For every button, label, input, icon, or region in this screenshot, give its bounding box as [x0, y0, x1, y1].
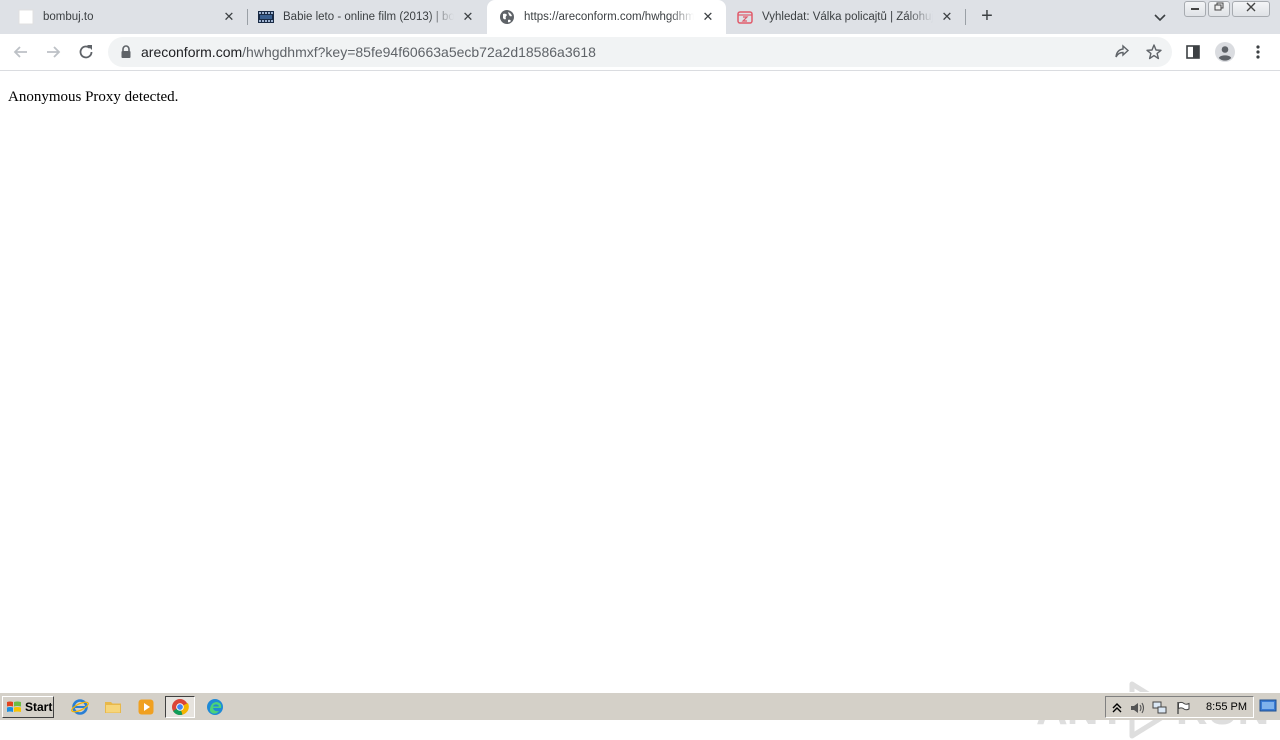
profile-avatar-icon [1215, 42, 1235, 62]
close-tab-icon[interactable]: ✕ [460, 9, 476, 25]
tab-strip: bombuj.to ✕ Babie leto - online film (20… [0, 0, 1280, 34]
close-tab-icon[interactable]: ✕ [221, 9, 237, 25]
tab-zalohuj[interactable]: Vyhledat: Válka policajtů | Zálohuj.si ✕ [727, 0, 965, 34]
action-center-flag-icon[interactable] [1176, 701, 1190, 715]
page-viewport: Anonymous Proxy detected. ANY RUN [0, 72, 1280, 739]
tab-title: Babie leto - online film (2013) | bombuj… [283, 11, 454, 23]
browser-toolbar: areconform.com/hwhgdhmxf?key=85fe94f6066… [0, 34, 1280, 71]
file-explorer-icon[interactable] [100, 696, 126, 718]
tab-title: https://areconform.com/hwhgdhmxf?key=85f… [524, 11, 694, 23]
tab-search-chevron-icon[interactable] [1150, 7, 1170, 27]
proxy-detected-message: Anonymous Proxy detected. [8, 89, 179, 105]
tab-title: Vyhledat: Válka policajtů | Zálohuj.si [762, 11, 933, 23]
media-player-icon[interactable] [133, 696, 159, 718]
tab-areconform[interactable]: https://areconform.com/hwhgdhmxf?key=85f… [487, 0, 726, 34]
start-button[interactable]: Start [2, 696, 54, 718]
url-host: areconform.com [141, 44, 243, 60]
address-bar[interactable]: areconform.com/hwhgdhmxf?key=85fe94f6066… [108, 37, 1172, 67]
film-icon [258, 9, 274, 25]
side-panel-icon [1186, 45, 1200, 59]
lock-icon[interactable] [120, 45, 132, 64]
tab-babie-leto[interactable]: Babie leto - online film (2013) | bombuj… [248, 0, 486, 34]
edge-icon[interactable] [202, 696, 228, 718]
new-tab-button[interactable]: + [975, 5, 999, 29]
browser-menu-button[interactable] [1247, 41, 1269, 63]
windows-taskbar: Start 8:55 PM [0, 692, 1280, 720]
reload-button[interactable] [74, 40, 98, 64]
start-label: Start [25, 700, 53, 714]
show-desktop-icon[interactable] [1259, 699, 1277, 713]
tab-divider [965, 9, 966, 25]
side-panel-button[interactable] [1182, 41, 1204, 63]
close-tab-icon[interactable]: ✕ [939, 9, 955, 25]
profile-button[interactable] [1214, 41, 1236, 63]
internet-explorer-icon[interactable] [67, 696, 93, 718]
forward-button[interactable] [41, 40, 65, 64]
windows-logo-icon [7, 701, 21, 712]
forward-arrow-icon [47, 46, 61, 58]
tab-title: bombuj.to [43, 11, 94, 23]
restore-window-button[interactable] [1208, 1, 1230, 17]
share-icon[interactable] [1113, 43, 1131, 61]
volume-icon[interactable] [1130, 701, 1145, 715]
system-tray: 8:55 PM [1105, 696, 1254, 718]
close-window-button[interactable] [1232, 1, 1270, 17]
url-path: /hwhgdhmxf?key=85fe94f60663a5ecb72a2d185… [242, 44, 596, 60]
zalohuj-icon [737, 9, 753, 25]
blank-page-icon [18, 9, 34, 25]
reload-icon [79, 45, 93, 59]
back-arrow-icon [13, 46, 27, 58]
tab-bombuj[interactable]: bombuj.to ✕ [0, 0, 247, 34]
clock[interactable]: 8:55 PM [1206, 701, 1247, 713]
minimize-window-button[interactable] [1184, 1, 1206, 17]
kebab-menu-icon [1256, 45, 1260, 59]
show-hidden-icons-icon[interactable] [1110, 701, 1124, 715]
back-button[interactable] [9, 40, 33, 64]
close-tab-icon[interactable]: ✕ [700, 9, 716, 25]
chrome-icon[interactable] [165, 696, 195, 718]
network-icon[interactable] [1152, 701, 1167, 715]
url-text[interactable]: areconform.com/hwhgdhmxf?key=85fe94f6066… [141, 44, 596, 60]
globe-icon [499, 9, 515, 25]
bookmark-star-icon[interactable] [1145, 43, 1163, 61]
